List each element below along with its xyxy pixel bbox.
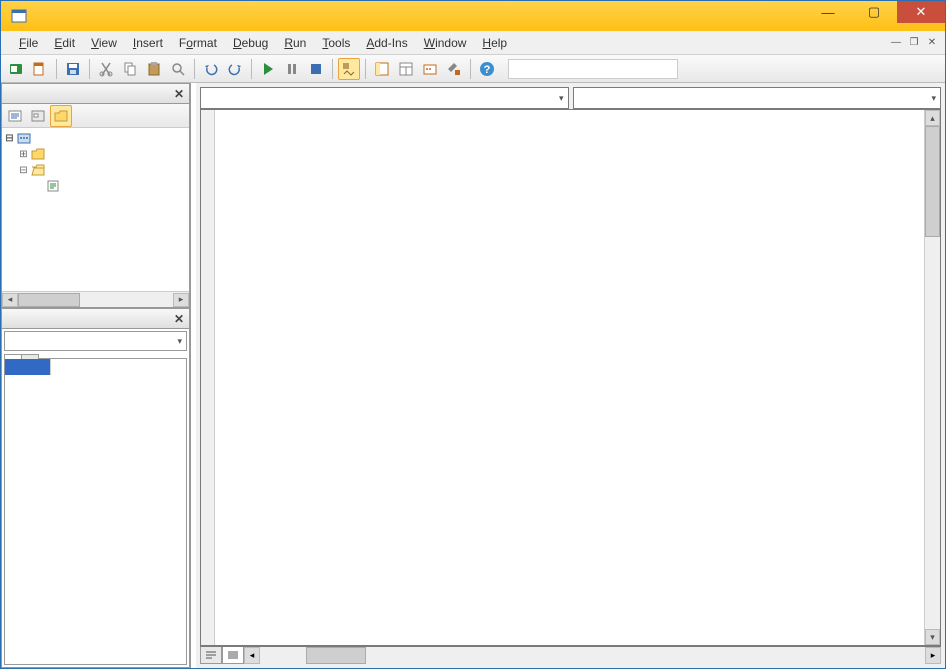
code-hscroll[interactable] [260, 647, 925, 664]
line-column-indicator [508, 59, 678, 79]
properties-panel-close-button[interactable]: ✕ [171, 311, 187, 327]
copy-button[interactable] [119, 58, 141, 80]
break-button[interactable] [281, 58, 303, 80]
svg-text:?: ? [484, 64, 491, 76]
mdi-restore-button[interactable]: ❐ [905, 34, 923, 50]
object-combo[interactable]: ▾ [200, 87, 569, 109]
cut-button[interactable] [95, 58, 117, 80]
maximize-button[interactable]: ▢ [851, 1, 897, 23]
project-panel-header[interactable]: ✕ [2, 84, 189, 104]
scroll-thumb[interactable] [18, 293, 80, 307]
find-button[interactable] [167, 58, 189, 80]
menu-format[interactable]: Format [171, 34, 225, 52]
menu-view[interactable]: View [83, 34, 125, 52]
help-button[interactable]: ? [476, 58, 498, 80]
toolbox-button[interactable] [443, 58, 465, 80]
hscroll-thumb[interactable] [306, 647, 366, 664]
tab-categorized[interactable] [21, 354, 39, 359]
scroll-up-button[interactable]: ▴ [925, 110, 940, 126]
chevron-down-icon: ▾ [931, 93, 936, 104]
mdi-close-button[interactable]: ✕ [923, 34, 941, 50]
dropdown-icon: ▾ [177, 336, 182, 347]
design-mode-button[interactable] [338, 58, 360, 80]
menu-help[interactable]: Help [474, 34, 515, 52]
menu-edit[interactable]: Edit [46, 34, 83, 52]
menu-run[interactable]: Run [276, 34, 314, 52]
undo-button[interactable] [200, 58, 222, 80]
menu-file[interactable]: File [11, 34, 46, 52]
mdi-minimize-button[interactable]: — [887, 34, 905, 50]
object-browser-button[interactable] [419, 58, 441, 80]
scroll-down-button[interactable]: ▾ [925, 629, 940, 645]
close-button[interactable]: ✕ [897, 1, 945, 23]
menu-addins[interactable]: Add-Ins [358, 34, 415, 52]
property-name-label [5, 359, 51, 375]
titlebar[interactable]: — ▢ ✕ [1, 1, 945, 31]
properties-object-selector[interactable]: ▾ [4, 331, 187, 351]
tree-module1[interactable] [4, 178, 187, 194]
view-object-button[interactable] [27, 105, 49, 127]
project-tree-hscroll[interactable]: ◂ ▸ [2, 291, 189, 307]
view-code-button[interactable] [4, 105, 26, 127]
project-panel-close-button[interactable]: ✕ [171, 86, 187, 102]
scroll-left-button[interactable]: ◂ [2, 293, 18, 307]
full-module-view-button[interactable] [222, 647, 244, 664]
minimize-button[interactable]: — [805, 1, 851, 23]
hscroll-right-button[interactable]: ▸ [925, 647, 941, 664]
folder-open-icon [31, 163, 45, 177]
procedure-combo[interactable]: ▾ [573, 87, 942, 109]
menubar: File Edit View Insert Format Debug Run T… [1, 31, 945, 55]
properties-panel-header[interactable]: ✕ [2, 309, 189, 329]
menu-debug[interactable]: Debug [225, 34, 276, 52]
view-outlook-button[interactable] [5, 58, 27, 80]
project-explorer-button[interactable] [371, 58, 393, 80]
procedure-view-button[interactable] [200, 647, 222, 664]
menu-window[interactable]: Window [416, 34, 475, 52]
app-icon [11, 8, 27, 24]
tree-folder-modules[interactable]: ⊟ [4, 162, 187, 178]
vscroll-thumb[interactable] [925, 126, 940, 237]
reset-button[interactable] [305, 58, 327, 80]
toggle-folders-button[interactable] [50, 105, 72, 127]
property-name-value[interactable] [51, 359, 186, 375]
module-icon [46, 179, 60, 193]
project-tree[interactable]: ⊟ ⊞ ⊟ [2, 128, 189, 291]
insert-module-button[interactable] [29, 58, 51, 80]
properties-grid[interactable] [4, 359, 187, 665]
paste-button[interactable] [143, 58, 165, 80]
tree-project-root[interactable]: ⊟ [4, 130, 187, 146]
redo-button[interactable] [224, 58, 246, 80]
menu-tools[interactable]: Tools [314, 34, 358, 52]
scroll-right-button[interactable]: ▸ [173, 293, 189, 307]
code-vscroll[interactable]: ▴ ▾ [924, 110, 940, 645]
tree-folder-outlook-objects[interactable]: ⊞ [4, 146, 187, 162]
code-editor[interactable] [215, 110, 924, 645]
properties-window-button[interactable] [395, 58, 417, 80]
tab-alphabetic[interactable] [4, 354, 22, 359]
chevron-down-icon: ▾ [559, 93, 564, 104]
property-row-name[interactable] [5, 359, 186, 375]
hscroll-left-button[interactable]: ◂ [244, 647, 260, 664]
save-button[interactable] [62, 58, 84, 80]
run-button[interactable] [257, 58, 279, 80]
project-icon [17, 131, 31, 145]
code-margin [201, 110, 215, 645]
toolbar: ? [1, 55, 945, 83]
menu-insert[interactable]: Insert [125, 34, 171, 52]
folder-icon [31, 147, 45, 161]
